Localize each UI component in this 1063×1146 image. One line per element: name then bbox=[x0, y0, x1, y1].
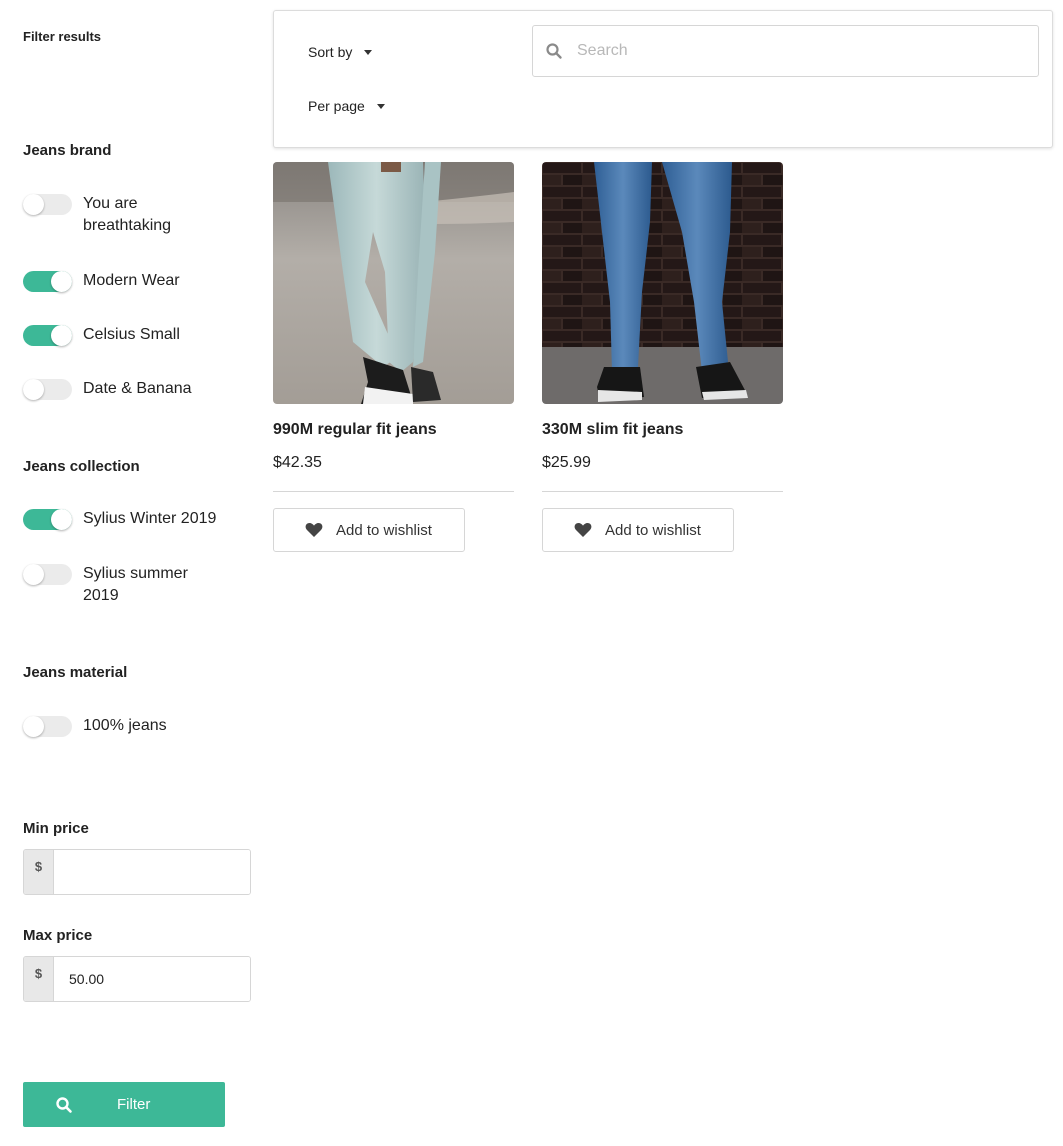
max-price-input-group: $ bbox=[23, 956, 251, 1002]
collection-option-sylius-winter-2019[interactable]: Sylius Winter 2019 bbox=[23, 509, 233, 530]
wishlist-label: Add to wishlist bbox=[605, 521, 701, 539]
material-toggle-100-jeans[interactable] bbox=[23, 716, 72, 737]
toggle-knob bbox=[51, 325, 72, 346]
min-price-input[interactable] bbox=[54, 850, 250, 894]
collection-option-label: Sylius summer 2019 bbox=[83, 565, 188, 604]
brand-toggle-you-are-breathtaking[interactable] bbox=[23, 194, 72, 215]
product-price: $25.99 bbox=[542, 454, 591, 471]
toggle-knob bbox=[23, 379, 44, 400]
brand-option-you-are-breathtaking[interactable]: You are breathtaking bbox=[23, 194, 233, 237]
collection-option-sylius-summer-2019[interactable]: Sylius summer 2019 bbox=[23, 564, 233, 607]
brand-option-modern-wear[interactable]: Modern Wear bbox=[23, 271, 233, 292]
collection-toggle-sylius-winter-2019[interactable] bbox=[23, 509, 72, 530]
brand-option-label: Date & Banana bbox=[83, 380, 192, 397]
max-price-label: Max price bbox=[23, 927, 93, 944]
toggle-knob bbox=[23, 564, 44, 585]
brand-toggle-modern-wear[interactable] bbox=[23, 271, 72, 292]
jeans-photo-dark bbox=[542, 162, 783, 404]
wishlist-label: Add to wishlist bbox=[336, 521, 432, 539]
product-price: $42.35 bbox=[273, 454, 322, 471]
search-box bbox=[532, 25, 1039, 77]
caret-down-icon bbox=[364, 49, 373, 55]
per-page-dropdown[interactable]: Per page bbox=[308, 98, 385, 114]
divider bbox=[542, 491, 783, 492]
results-toolbar: Sort by Per page bbox=[273, 10, 1053, 148]
brand-toggle-celsius-small[interactable] bbox=[23, 325, 72, 346]
toggle-knob bbox=[23, 716, 44, 737]
add-to-wishlist-button[interactable]: Add to wishlist bbox=[542, 508, 734, 552]
brand-option-celsius-small[interactable]: Celsius Small bbox=[23, 325, 233, 346]
sort-by-dropdown[interactable]: Sort by bbox=[308, 44, 373, 60]
caret-down-icon bbox=[376, 103, 385, 109]
divider bbox=[273, 491, 514, 492]
toggle-knob bbox=[51, 509, 72, 530]
jeans-material-heading: Jeans material bbox=[23, 664, 128, 681]
search-icon bbox=[56, 1096, 72, 1113]
material-option-label: 100% jeans bbox=[83, 717, 167, 734]
collection-option-label: Sylius Winter 2019 bbox=[83, 510, 217, 527]
jeans-brand-heading: Jeans brand bbox=[23, 142, 112, 159]
brand-option-date-banana[interactable]: Date & Banana bbox=[23, 379, 233, 400]
product-name[interactable]: 330M slim fit jeans bbox=[542, 421, 683, 439]
search-icon bbox=[546, 43, 562, 59]
brand-option-label: Celsius Small bbox=[83, 326, 180, 343]
filter-results-title: Filter results bbox=[23, 29, 102, 44]
filter-button-label: Filter bbox=[117, 1096, 151, 1113]
max-price-input[interactable] bbox=[54, 957, 250, 1001]
currency-prefix: $ bbox=[24, 850, 54, 894]
filter-button[interactable]: Filter bbox=[23, 1082, 225, 1127]
brand-toggle-date-banana[interactable] bbox=[23, 379, 72, 400]
material-option-100-jeans[interactable]: 100% jeans bbox=[23, 716, 233, 737]
heart-icon bbox=[574, 523, 592, 537]
jeans-collection-heading: Jeans collection bbox=[23, 458, 140, 475]
search-input[interactable] bbox=[577, 42, 997, 60]
product-card: 990M regular fit jeans $42.35 Add to wis… bbox=[273, 162, 514, 552]
brand-option-label: Modern Wear bbox=[83, 272, 180, 289]
min-price-label: Min price bbox=[23, 820, 89, 837]
currency-prefix: $ bbox=[24, 957, 54, 1001]
product-name[interactable]: 990M regular fit jeans bbox=[273, 421, 437, 439]
product-card: 330M slim fit jeans $25.99 Add to wishli… bbox=[542, 162, 783, 552]
per-page-label: Per page bbox=[308, 98, 365, 114]
toggle-knob bbox=[51, 271, 72, 292]
collection-toggle-sylius-summer-2019[interactable] bbox=[23, 564, 72, 585]
brand-option-label: You are breathtaking bbox=[83, 195, 172, 234]
add-to-wishlist-button[interactable]: Add to wishlist bbox=[273, 508, 465, 552]
product-image[interactable] bbox=[273, 162, 514, 404]
min-price-input-group: $ bbox=[23, 849, 251, 895]
toggle-knob bbox=[23, 194, 44, 215]
sort-by-label: Sort by bbox=[308, 44, 353, 60]
product-image[interactable] bbox=[542, 162, 783, 404]
heart-icon bbox=[305, 523, 323, 537]
jeans-photo-light bbox=[273, 162, 514, 404]
